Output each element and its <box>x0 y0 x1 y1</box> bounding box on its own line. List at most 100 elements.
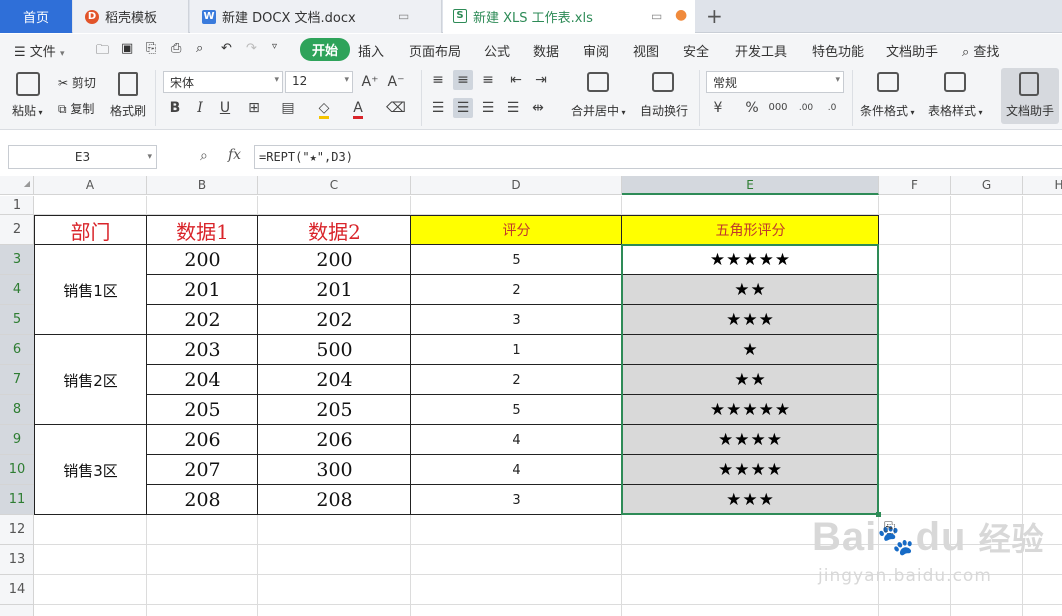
open-folder-icon[interactable]: 🗀 <box>96 41 109 63</box>
name-box[interactable]: E3 ▾ <box>8 145 157 169</box>
cell-score[interactable]: 3 <box>411 485 622 515</box>
row-header-12[interactable]: 12 <box>0 515 34 545</box>
fx-icon[interactable]: fx <box>228 147 241 163</box>
cell-data2[interactable]: 208 <box>258 485 411 515</box>
menu-view[interactable]: 视图 <box>633 41 659 60</box>
font-size-select[interactable]: 12 ▾ <box>285 71 353 93</box>
column-header-b[interactable]: B <box>147 176 258 195</box>
increase-font-icon[interactable]: A⁺ <box>360 72 380 92</box>
header-score[interactable]: 评分 <box>411 215 622 245</box>
align-middle-icon[interactable]: ≡ <box>453 70 473 90</box>
paste-options-icon[interactable]: ⎘ <box>884 520 895 536</box>
row-header-3[interactable]: 3 <box>0 245 34 275</box>
column-header-h[interactable]: H <box>1023 176 1062 195</box>
row-header-7[interactable]: 7 <box>0 365 34 395</box>
cell-data1[interactable]: 201 <box>147 275 258 305</box>
row-header-11[interactable]: 11 <box>0 485 34 515</box>
cut-button[interactable]: ✂ 剪切 <box>58 74 96 91</box>
header-star-score[interactable]: 五角形评分 <box>622 215 879 245</box>
wrap-text-icon[interactable] <box>652 72 674 92</box>
save-icon[interactable]: ▣ <box>121 41 133 56</box>
cell-data1[interactable]: 203 <box>147 335 258 365</box>
cell-data1[interactable]: 207 <box>147 455 258 485</box>
font-color-icon[interactable]: A <box>348 98 368 119</box>
number-format-select[interactable]: 常规 ▾ <box>706 71 844 93</box>
row-header-8[interactable]: 8 <box>0 395 34 425</box>
cell-data2[interactable]: 500 <box>258 335 411 365</box>
export-icon[interactable]: ⎘ <box>146 41 156 56</box>
cell-score[interactable]: 3 <box>411 305 622 335</box>
select-all-corner[interactable]: ◢ <box>0 176 34 195</box>
header-data1[interactable]: 数据1 <box>147 215 258 245</box>
menu-security[interactable]: 安全 <box>683 41 709 60</box>
cell-region-merged[interactable]: 销售1区 <box>35 246 146 334</box>
merge-center-button[interactable]: 合并居中 ▾ <box>571 102 626 119</box>
cell-score[interactable]: 4 <box>411 425 622 455</box>
currency-icon[interactable]: ¥ <box>708 98 728 118</box>
column-header-d[interactable]: D <box>411 176 622 195</box>
align-left-icon[interactable]: ☰ <box>428 98 448 118</box>
cell-score[interactable]: 1 <box>411 335 622 365</box>
menu-formulas[interactable]: 公式 <box>484 41 510 60</box>
row-header-9[interactable]: 9 <box>0 425 34 455</box>
row-header-10[interactable]: 10 <box>0 455 34 485</box>
undo-icon[interactable]: ↶ <box>221 41 232 56</box>
doc-helper-button[interactable]: 文档助手 <box>1001 68 1059 124</box>
cell-score[interactable]: 2 <box>411 275 622 305</box>
header-data2[interactable]: 数据2 <box>258 215 411 245</box>
cell-region-merged[interactable]: 销售2区 <box>35 336 146 424</box>
wrap-text-button[interactable]: 自动换行 <box>640 102 688 119</box>
justify-icon[interactable]: ☰ <box>503 98 523 118</box>
decrease-font-icon[interactable]: A⁻ <box>386 72 406 92</box>
tab-docer-templates[interactable]: D 稻壳模板 <box>73 0 189 33</box>
column-header-a[interactable]: A <box>34 176 147 195</box>
header-department[interactable]: 部门 <box>34 215 147 245</box>
decrease-indent-icon[interactable]: ⇤ <box>506 70 526 90</box>
thousands-separator-icon[interactable]: 000 <box>768 98 788 118</box>
column-header-f[interactable]: F <box>879 176 951 195</box>
format-painter-icon[interactable] <box>118 72 138 96</box>
conditional-format-button[interactable]: 条件格式 ▾ <box>860 102 915 119</box>
cell-data1[interactable]: 204 <box>147 365 258 395</box>
borders-icon[interactable]: ⊞ <box>244 98 264 118</box>
tab-docx-document[interactable]: W 新建 DOCX 文档.docx ▭ <box>190 0 442 33</box>
row-header-4[interactable]: 4 <box>0 275 34 305</box>
menu-developer[interactable]: 开发工具 <box>735 41 787 60</box>
column-header-g[interactable]: G <box>951 176 1023 195</box>
print-icon[interactable]: ⎙ <box>171 41 181 56</box>
align-bottom-icon[interactable]: ≡ <box>478 70 498 90</box>
menu-start[interactable]: 开始 <box>300 38 351 61</box>
zoom-icon[interactable]: ⌕ <box>200 148 208 164</box>
fill-color-icon[interactable]: ◇ <box>314 98 334 119</box>
formula-input[interactable]: =REPT("★",D3) <box>254 145 1062 169</box>
cell-data2[interactable]: 204 <box>258 365 411 395</box>
cell-data2[interactable]: 202 <box>258 305 411 335</box>
quick-access-dropdown-icon[interactable]: ▿ <box>272 41 277 52</box>
cell-data1[interactable]: 202 <box>147 305 258 335</box>
increase-decimal-icon[interactable]: .00 <box>796 98 816 118</box>
cell-score[interactable]: 2 <box>411 365 622 395</box>
column-header-e[interactable]: E <box>622 176 879 195</box>
increase-indent-icon[interactable]: ⇥ <box>531 70 551 90</box>
row-header-13[interactable]: 13 <box>0 545 34 575</box>
row-header-6[interactable]: 6 <box>0 335 34 365</box>
paste-icon[interactable] <box>16 72 40 96</box>
menu-special-features[interactable]: 特色功能 <box>812 41 864 60</box>
unsaved-dot-icon[interactable]: ● <box>675 7 687 23</box>
new-tab-plus-icon[interactable]: + <box>706 4 723 28</box>
row-header-14[interactable]: 14 <box>0 575 34 605</box>
redo-icon[interactable]: ↷ <box>246 41 257 56</box>
paste-button[interactable]: 粘贴 ▾ <box>12 102 43 119</box>
menu-review[interactable]: 审阅 <box>583 41 609 60</box>
percent-button[interactable]: % <box>742 98 762 118</box>
align-center-icon[interactable]: ☰ <box>453 98 473 118</box>
cell-data2[interactable]: 200 <box>258 245 411 275</box>
cell-data2[interactable]: 206 <box>258 425 411 455</box>
underline-icon[interactable]: U <box>215 98 235 118</box>
column-header-c[interactable]: C <box>258 176 411 195</box>
italic-icon[interactable]: I <box>190 98 210 118</box>
merge-center-icon[interactable] <box>587 72 609 92</box>
cell-data2[interactable]: 201 <box>258 275 411 305</box>
cell-score[interactable]: 5 <box>411 245 622 275</box>
cell-score[interactable]: 5 <box>411 395 622 425</box>
